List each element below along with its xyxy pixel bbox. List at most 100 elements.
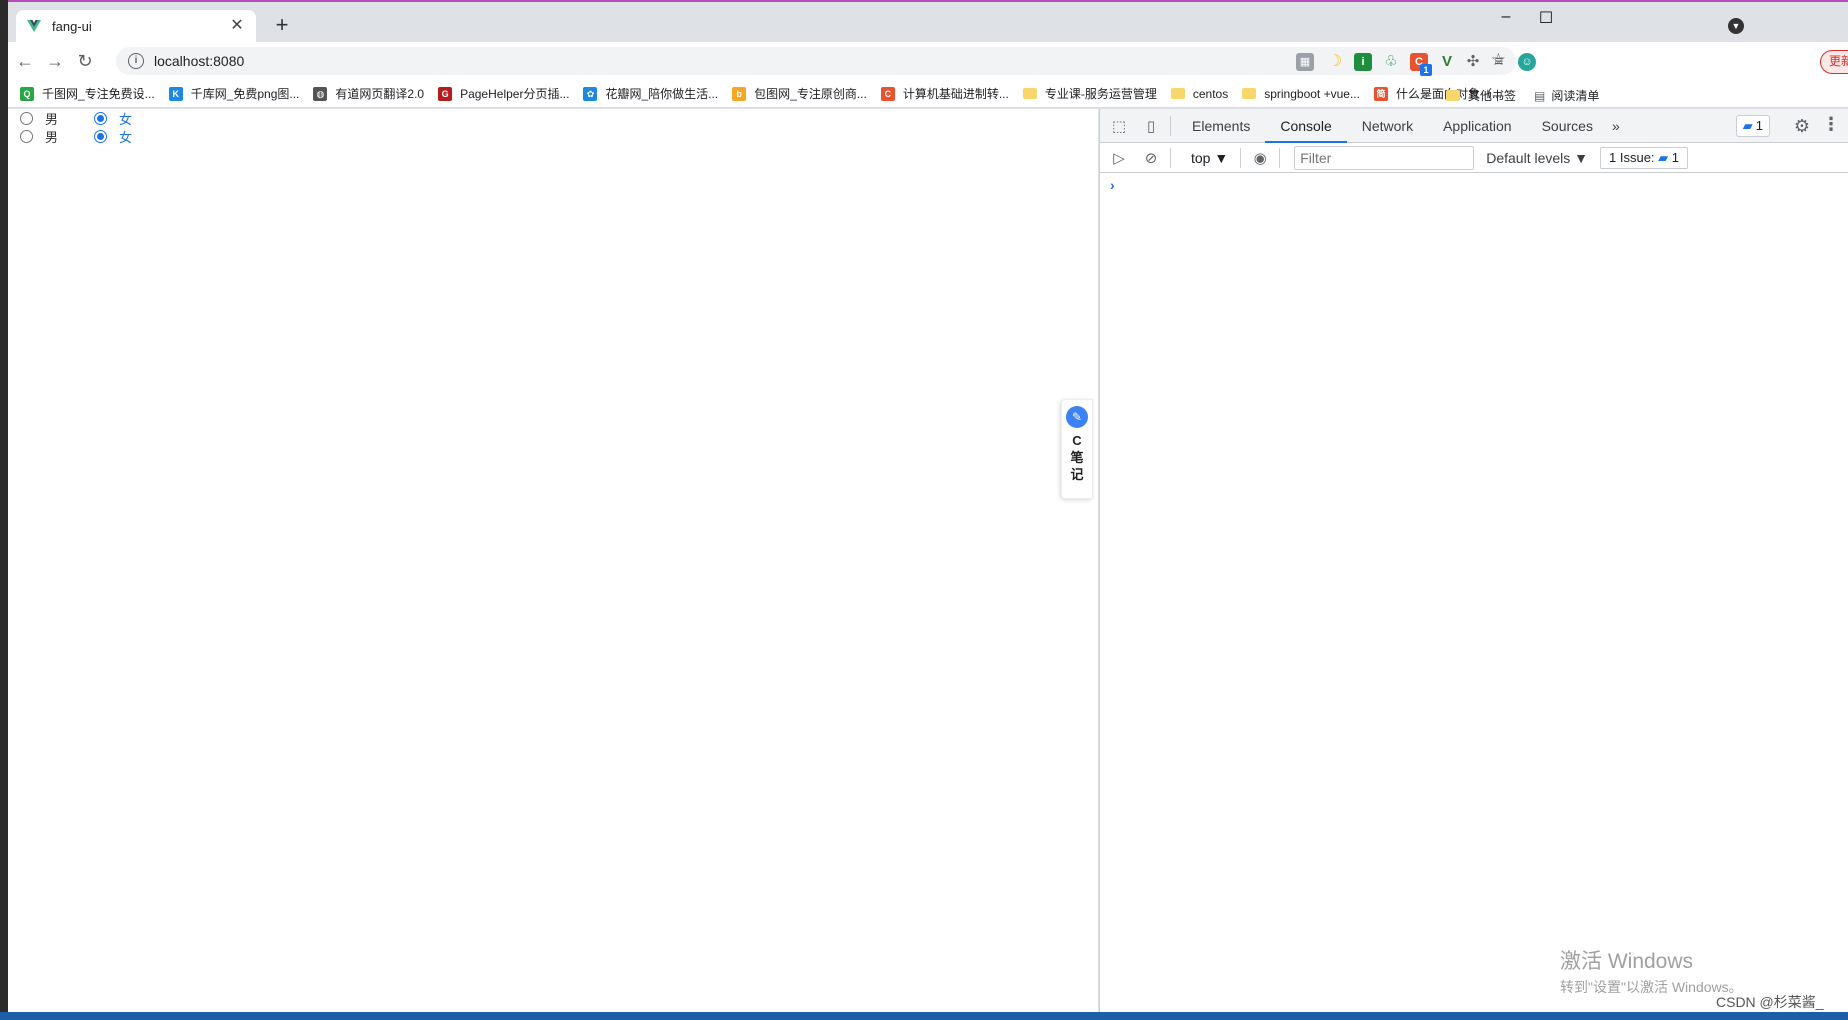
radio-label-male: 男 xyxy=(45,112,59,127)
tab-strip: fang-ui ✕ + ▼ – ☐ xyxy=(8,2,1848,42)
bookmark-item[interactable]: ✿ 花瓣网_陪你做生活... xyxy=(583,85,718,102)
browser-window: fang-ui ✕ + ▼ – ☐ ← → ↻ i localhost:8080… xyxy=(8,0,1848,1014)
log-levels-select[interactable]: Default levels ▼ xyxy=(1486,150,1588,166)
divider xyxy=(1170,147,1171,168)
bookmarks-bar: Q 千图网_专注免费设... K 千库网_免费png图... ◍ 有道网页翻译2.0 G Pa… xyxy=(8,80,1848,108)
update-button[interactable]: 更新 xyxy=(1820,50,1848,74)
bookmark-item[interactable]: G PageHelper分页插... xyxy=(438,85,569,102)
gear-icon[interactable]: ⚙ xyxy=(1794,116,1810,137)
watermark-line1: 激活 Windows xyxy=(1560,950,1694,973)
bookmark-label: 千库网_免费png图... xyxy=(190,87,300,101)
device-toolbar-icon[interactable]: ▯ xyxy=(1138,113,1164,139)
folder-icon xyxy=(1170,88,1185,99)
page-content: 男 女 男 女 ✎ C 笔 记 xyxy=(8,109,1098,1014)
maximize-button[interactable]: ☐ xyxy=(1536,8,1556,28)
note-line1: 笔 xyxy=(1070,450,1084,465)
extension-leaf-icon[interactable]: ♧ xyxy=(1382,53,1400,71)
console-toolbar: ▷ ⊘ top ▼ ◉ Default levels ▼ 1 Issue: ▰ … xyxy=(1100,143,1848,173)
kebab-menu-icon[interactable]: ⋮ xyxy=(1822,114,1840,135)
bookmark-label: 包图网_专注原创商... xyxy=(754,87,867,101)
devtools-tabbar: ⬚ ▯ Elements Console Network Application… xyxy=(1100,109,1848,143)
bookmark-item[interactable]: b 包图网_专注原创商... xyxy=(732,85,867,102)
issues-badge[interactable]: ▰ 1 xyxy=(1735,115,1770,137)
more-tabs-icon[interactable]: » xyxy=(1608,109,1624,143)
context-select[interactable]: top ▼ xyxy=(1185,150,1234,166)
bookmark-item[interactable]: springboot +vue... xyxy=(1242,87,1360,101)
radio-label-male: 男 xyxy=(45,130,59,145)
message-icon: ▰ xyxy=(1658,149,1669,165)
minimize-button[interactable]: – xyxy=(1496,8,1516,26)
tab-sources[interactable]: Sources xyxy=(1527,109,1608,143)
tab-elements[interactable]: Elements xyxy=(1177,109,1265,143)
message-icon: ▰ xyxy=(1742,118,1753,133)
csdn-watermark: CSDN @杉菜酱_ xyxy=(1716,994,1824,1010)
csdn-icon: C xyxy=(880,86,895,101)
pagehelper-icon: G xyxy=(438,86,453,101)
gender-radio-group: 男 女 xyxy=(20,127,168,146)
globe-icon: ◍ xyxy=(313,86,328,101)
url-text: localhost:8080 xyxy=(154,53,245,69)
tab-search-icon[interactable]: ▼ xyxy=(1728,18,1744,34)
divider xyxy=(1240,147,1242,168)
divider xyxy=(1279,147,1281,168)
bookmark-label: 千图网_专注免费设... xyxy=(42,87,155,101)
radio-male[interactable] xyxy=(20,112,33,125)
desktop-edge xyxy=(0,0,8,1020)
moon-icon[interactable]: ☽ xyxy=(1326,53,1344,71)
issue-count-button[interactable]: 1 Issue: ▰ 1 xyxy=(1600,146,1689,169)
gender-radio-group: 男 女 xyxy=(20,109,168,128)
bookmark-item[interactable]: ◍ 有道网页翻译2.0 xyxy=(313,85,424,102)
avatar[interactable]: ☺ xyxy=(1518,53,1536,71)
new-tab-button[interactable]: + xyxy=(270,14,294,38)
radio-female[interactable] xyxy=(94,112,108,125)
note-widget[interactable]: ✎ C 笔 记 xyxy=(1061,399,1093,499)
bookmark-item[interactable]: 专业课-服务运营管理 xyxy=(1022,85,1157,102)
tab-application[interactable]: Application xyxy=(1428,109,1527,143)
radio-female[interactable] xyxy=(94,130,108,143)
devtools-panel: ⬚ ▯ Elements Console Network Application… xyxy=(1099,109,1848,1014)
bookmark-other[interactable]: 其他书签 xyxy=(1446,87,1516,104)
console-output[interactable]: › xyxy=(1100,173,1848,197)
bookmark-reading-list[interactable]: ▤ 阅读清单 xyxy=(1534,87,1599,104)
extension-i-icon[interactable]: i xyxy=(1354,53,1372,71)
vue-devtools-icon[interactable]: V xyxy=(1438,53,1456,71)
radio-label-female: 女 xyxy=(119,112,133,127)
bookmark-label: centos xyxy=(1192,86,1229,101)
bookmark-item[interactable]: K 千库网_免费png图... xyxy=(168,85,300,102)
taskbar xyxy=(0,1012,1848,1020)
filter-input[interactable] xyxy=(1294,145,1475,170)
tab-network[interactable]: Network xyxy=(1347,109,1428,143)
clear-console-icon[interactable]: ⊘ xyxy=(1138,145,1164,171)
bookmark-label: 有道网页翻译2.0 xyxy=(335,87,425,101)
vue-icon xyxy=(26,18,42,34)
folder-icon xyxy=(1022,88,1037,99)
bookmarks-more-icon[interactable]: » xyxy=(1422,85,1430,101)
back-icon[interactable]: ← xyxy=(10,46,40,76)
issue-count: 1 xyxy=(1671,149,1680,165)
radio-male[interactable] xyxy=(20,130,33,143)
extension-icon[interactable]: ▦ xyxy=(1296,53,1314,71)
bookmark-item[interactable]: C 计算机基础进制转... xyxy=(880,85,1009,102)
puzzle-icon[interactable]: ✣ xyxy=(1464,53,1482,71)
reload-icon[interactable]: ↻ xyxy=(70,46,100,76)
bookmark-label: 花瓣网_陪你做生活... xyxy=(605,87,719,101)
eye-icon[interactable]: ◉ xyxy=(1247,145,1273,171)
media-icon[interactable]: ≡ xyxy=(1490,53,1508,71)
tab-close-icon[interactable]: ✕ xyxy=(228,17,246,35)
tab-fang-ui[interactable]: fang-ui ✕ xyxy=(16,10,256,42)
windows-activation-watermark: 激活 Windows 转到"设置"以激活 Windows。 xyxy=(1560,945,1743,997)
browser-toolbar: ← → ↻ i localhost:8080 ☆ ▦ ☽ i ♧ C 1 V ✣… xyxy=(8,42,1848,80)
bookmark-label: 计算机基础进制转... xyxy=(902,87,1009,101)
inspect-icon[interactable]: ⬚ xyxy=(1106,113,1132,139)
tab-console[interactable]: Console xyxy=(1265,109,1347,143)
bookmark-item[interactable]: Q 千图网_专注免费设... xyxy=(20,85,155,102)
jianshu-icon: 简 xyxy=(1373,86,1388,101)
bookmark-label: PageHelper分页插... xyxy=(460,87,570,101)
sidebar-toggle-icon[interactable]: ▷ xyxy=(1106,145,1132,171)
forward-icon[interactable]: → xyxy=(40,46,70,76)
site-info-icon[interactable]: i xyxy=(128,53,144,69)
bookmark-label: 其他书签 xyxy=(1468,89,1517,103)
tab-title: fang-ui xyxy=(52,18,92,34)
reading-list-icon: ▤ xyxy=(1534,88,1546,103)
bookmark-item[interactable]: centos xyxy=(1170,86,1229,101)
